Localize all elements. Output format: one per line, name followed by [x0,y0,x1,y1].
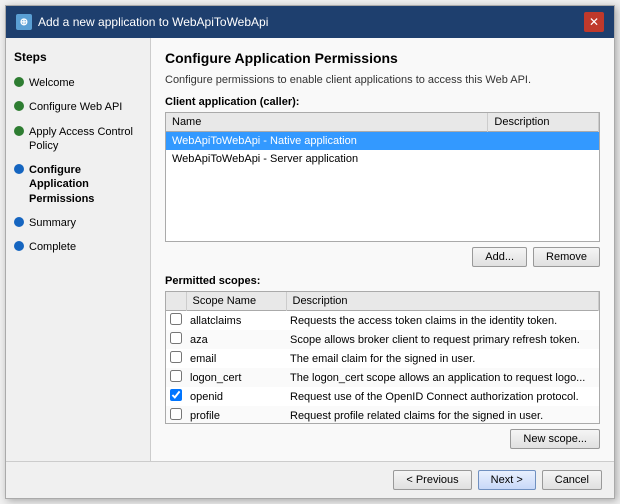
remove-button[interactable]: Remove [533,247,600,267]
scope-description: Scope allows broker client to request pr… [286,330,599,349]
previous-button[interactable]: < Previous [393,470,471,490]
add-remove-row: Add... Remove [165,247,600,267]
app-icon: ⊕ [16,14,32,30]
scope-description: Requests the access token claims in the … [286,311,599,331]
list-item[interactable]: profileRequest profile related claims fo… [166,406,599,424]
client-row-name: WebApiToWebApi - Native application [166,132,488,151]
close-button[interactable]: ✕ [584,12,604,32]
scope-checkbox[interactable] [170,313,182,325]
scope-col-check [166,292,186,311]
scope-checkbox-cell[interactable] [166,349,186,368]
footer: < Previous Next > Cancel [6,461,614,498]
client-row-name: WebApiToWebApi - Server application [166,150,488,168]
sidebar: Steps Welcome Configure Web API Apply Acce… [6,38,151,461]
cancel-button[interactable]: Cancel [542,470,602,490]
description: Configure permissions to enable client a… [165,74,600,86]
scopes-container: Scope Name Description allatclaimsReques… [165,291,600,424]
main-content: Configure Application Permissions Config… [151,38,614,461]
next-button[interactable]: Next > [478,470,536,490]
sidebar-item-complete[interactable]: Complete [14,238,142,256]
scope-name: email [186,349,286,368]
list-item[interactable]: emailThe email claim for the signed in u… [166,349,599,368]
scope-description: Request use of the OpenID Connect author… [286,387,599,406]
dialog-body: Steps Welcome Configure Web API Apply Acce… [6,38,614,461]
client-col-description: Description [488,113,599,132]
step-dot-complete [14,241,24,251]
scopes-table: Scope Name Description allatclaimsReques… [166,292,599,424]
sidebar-item-apply-access-control-policy[interactable]: Apply Access Control Policy [14,123,142,156]
step-dot-welcome [14,77,24,87]
step-dot-configure-application-permissions [14,164,24,174]
table-row[interactable]: WebApiToWebApi - Server application [166,150,599,168]
sidebar-item-welcome[interactable]: Welcome [14,74,142,92]
step-label-configure-web-api: Configure Web API [29,100,122,114]
list-item[interactable]: openidRequest use of the OpenID Connect … [166,387,599,406]
sidebar-item-summary[interactable]: Summary [14,214,142,232]
step-dot-summary [14,217,24,227]
scope-checkbox[interactable] [170,351,182,363]
scope-col-desc: Description [286,292,599,311]
list-item[interactable]: azaScope allows broker client to request… [166,330,599,349]
title-bar: ⊕ Add a new application to WebApiToWebAp… [6,6,614,38]
scope-checkbox-cell[interactable] [166,368,186,387]
scope-checkbox-cell[interactable] [166,406,186,424]
scope-checkbox[interactable] [170,408,182,420]
scope-description: The email claim for the signed in user. [286,349,599,368]
scope-description: Request profile related claims for the s… [286,406,599,424]
client-row-description [488,150,599,168]
scope-checkbox-cell[interactable] [166,387,186,406]
scope-name: openid [186,387,286,406]
scope-name: profile [186,406,286,424]
scope-name: allatclaims [186,311,286,331]
scope-name: aza [186,330,286,349]
step-dot-configure-web-api [14,101,24,111]
list-item[interactable]: allatclaimsRequests the access token cla… [166,311,599,331]
title-bar-left: ⊕ Add a new application to WebApiToWebAp… [16,14,268,30]
scope-name: logon_cert [186,368,286,387]
step-label-configure-application-permissions: Configure Application Permissions [29,163,142,206]
client-section-label: Client application (caller): [165,96,600,108]
step-label-complete: Complete [29,240,76,254]
scope-checkbox-cell[interactable] [166,311,186,331]
new-scope-row: New scope... [165,429,600,449]
scopes-label: Permitted scopes: [165,275,600,287]
steps-heading: Steps [14,50,142,64]
scope-checkbox[interactable] [170,389,182,401]
client-table: Name Description WebApiToWebApi - Native… [166,113,599,168]
client-table-body: WebApiToWebApi - Native applicationWebAp… [166,132,599,169]
scopes-header-row: Scope Name Description [166,292,599,311]
add-button[interactable]: Add... [472,247,527,267]
scope-checkbox-cell[interactable] [166,330,186,349]
steps-container: Welcome Configure Web API Apply Access Con… [14,74,142,257]
list-item[interactable]: logon_certThe logon_cert scope allows an… [166,368,599,387]
new-scope-button[interactable]: New scope... [510,429,600,449]
step-label-welcome: Welcome [29,76,75,90]
step-label-apply-access-control-policy: Apply Access Control Policy [29,125,142,154]
client-col-name: Name [166,113,488,132]
main-dialog: ⊕ Add a new application to WebApiToWebAp… [5,5,615,499]
dialog-title: Add a new application to WebApiToWebApi [38,15,268,29]
sidebar-item-configure-application-permissions[interactable]: Configure Application Permissions [14,161,142,208]
scope-description: The logon_cert scope allows an applicati… [286,368,599,387]
client-table-header-row: Name Description [166,113,599,132]
scope-checkbox[interactable] [170,370,182,382]
client-row-description [488,132,599,151]
page-title: Configure Application Permissions [165,50,600,66]
scope-col-name: Scope Name [186,292,286,311]
scope-checkbox[interactable] [170,332,182,344]
table-row[interactable]: WebApiToWebApi - Native application [166,132,599,151]
step-dot-apply-access-control-policy [14,126,24,136]
step-label-summary: Summary [29,216,76,230]
scopes-table-body: allatclaimsRequests the access token cla… [166,311,599,425]
client-table-container: Name Description WebApiToWebApi - Native… [165,112,600,242]
sidebar-item-configure-web-api[interactable]: Configure Web API [14,98,142,116]
